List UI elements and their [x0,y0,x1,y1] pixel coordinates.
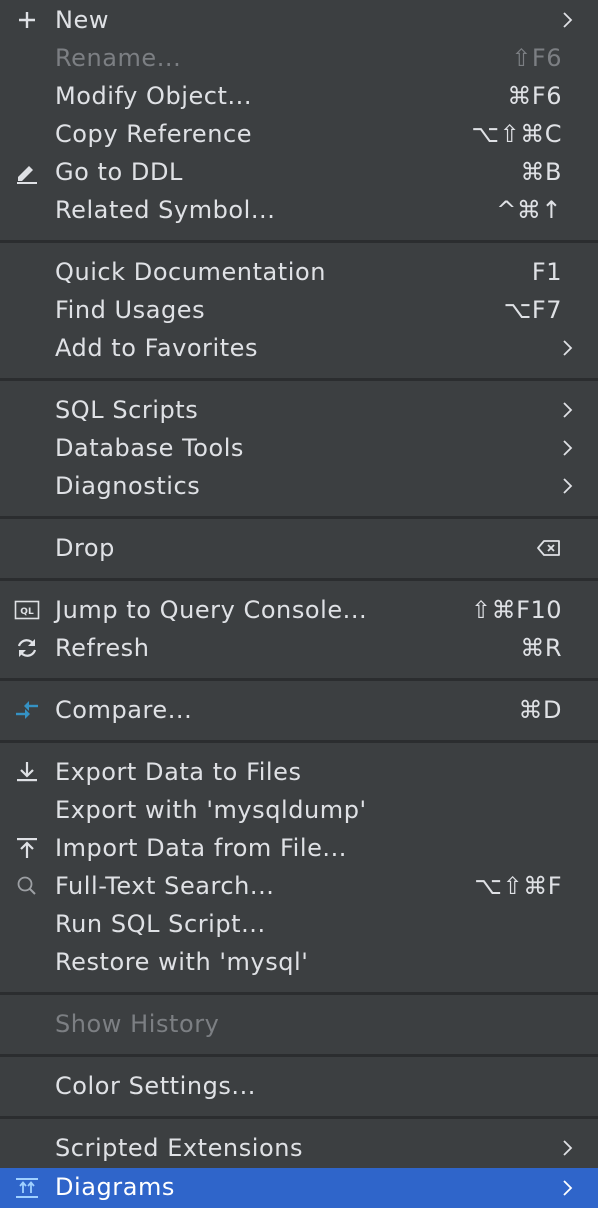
menu-item-label: Refresh [55,634,150,662]
context-menu: New Rename... ⇧F6 Modify Object... ⌘F6 C… [0,0,598,1208]
menu-item-label: Scripted Extensions [55,1134,304,1162]
menu-item-label: Jump to Query Console... [55,596,368,624]
menu-item-diagnostics[interactable]: Diagnostics [0,467,598,505]
compare-icon [16,701,38,719]
shortcut-label: ⌥⇧⌘F [474,872,562,900]
query-console-icon: QL [14,600,40,620]
menu-item-label: Add to Favorites [55,334,259,362]
chevron-right-icon [563,12,573,28]
menu-item-label: Find Usages [55,296,206,324]
menu-item-quick-documentation[interactable]: Quick Documentation F1 [0,253,598,291]
menu-separator [0,1116,598,1119]
menu-item-label: Full-Text Search... [55,872,275,900]
shortcut-label: ⇧⌘F10 [471,596,562,624]
menu-item-label: Related Symbol... [55,196,276,224]
chevron-right-icon [563,440,573,456]
menu-item-label: Drop [55,534,115,562]
menu-item-restore-with-mysql[interactable]: Restore with 'mysql' [0,943,598,981]
shortcut-label: ⌘R [520,634,562,662]
menu-item-drop[interactable]: Drop [0,529,598,567]
menu-item-label: Diagrams [55,1173,175,1201]
refresh-icon [17,639,37,657]
menu-separator [0,1054,598,1057]
menu-item-export-with-mysqldump[interactable]: Export with 'mysqldump' [0,791,598,829]
chevron-right-icon [563,402,573,418]
menu-item-label: SQL Scripts [55,396,199,424]
shortcut-label: ⌥F7 [503,296,562,324]
menu-item-label: Export with 'mysqldump' [55,796,367,824]
menu-item-label: Go to DDL [55,158,183,186]
menu-separator [0,992,598,995]
shortcut-label: ⌥⇧⌘C [471,120,562,148]
chevron-right-icon [563,1140,573,1156]
menu-item-jump-to-query-console[interactable]: QL Jump to Query Console... ⇧⌘F10 [0,591,598,629]
menu-item-label: Run SQL Script... [55,910,266,938]
search-icon [17,876,36,895]
menu-item-copy-reference[interactable]: Copy Reference ⌥⇧⌘C [0,115,598,153]
shortcut-label: ⇧F6 [511,44,562,72]
menu-item-label: Rename... [55,44,182,72]
menu-item-compare[interactable]: Compare... ⌘D [0,691,598,729]
shortcut-label: ⌘B [520,158,562,186]
menu-item-add-to-favorites[interactable]: Add to Favorites [0,329,598,367]
menu-item-database-tools[interactable]: Database Tools [0,429,598,467]
menu-item-refresh[interactable]: Refresh ⌘R [0,629,598,667]
menu-item-go-to-ddl[interactable]: Go to DDL ⌘B [0,153,598,191]
menu-item-diagrams[interactable]: Diagrams [0,1168,598,1208]
menu-item-sql-scripts[interactable]: SQL Scripts [0,391,598,429]
shortcut-label: F1 [531,258,562,286]
menu-item-show-history[interactable]: Show History [0,1005,598,1043]
menu-item-label: Copy Reference [55,120,253,148]
menu-item-full-text-search[interactable]: Full-Text Search... ⌥⇧⌘F [0,867,598,905]
menu-item-label: New [55,6,109,34]
menu-separator [0,516,598,519]
chevron-right-icon [563,1180,573,1196]
menu-item-label: Diagnostics [55,472,201,500]
chevron-right-icon [563,478,573,494]
menu-item-new[interactable]: New [0,1,598,39]
delete-key-icon [537,540,560,556]
menu-item-find-usages[interactable]: Find Usages ⌥F7 [0,291,598,329]
menu-separator [0,578,598,581]
shortcut-label: ⌘F6 [507,82,562,110]
menu-item-scripted-extensions[interactable]: Scripted Extensions [0,1129,598,1167]
menu-item-rename[interactable]: Rename... ⇧F6 [0,39,598,77]
menu-item-run-sql-script[interactable]: Run SQL Script... [0,905,598,943]
download-icon [17,762,37,782]
menu-separator [0,240,598,243]
menu-item-modify-object[interactable]: Modify Object... ⌘F6 [0,77,598,115]
menu-item-import-data-from-file[interactable]: Import Data from File... [0,829,598,867]
menu-separator [0,378,598,381]
plus-icon [19,12,35,28]
shortcut-label: ⌘D [518,696,562,724]
menu-separator [0,740,598,743]
menu-item-label: Color Settings... [55,1072,256,1100]
shortcut-label: ^⌘↑ [496,196,562,224]
upload-icon [17,838,37,858]
menu-item-label: Database Tools [55,434,244,462]
chevron-right-icon [563,340,573,356]
menu-item-label: Modify Object... [55,82,253,110]
menu-item-label: Import Data from File... [55,834,347,862]
menu-item-label: Export Data to Files [55,758,302,786]
diagram-icon [16,1178,38,1198]
pencil-icon [17,166,37,184]
menu-item-color-settings[interactable]: Color Settings... [0,1067,598,1105]
menu-item-label: Quick Documentation [55,258,326,286]
menu-item-label: Compare... [55,696,193,724]
menu-separator [0,678,598,681]
menu-item-label: Show History [55,1010,220,1038]
query-console-icon-text: QL [20,607,34,617]
menu-item-related-symbol[interactable]: Related Symbol... ^⌘↑ [0,191,598,229]
menu-item-export-data-to-files[interactable]: Export Data to Files [0,753,598,791]
menu-item-label: Restore with 'mysql' [55,948,309,976]
